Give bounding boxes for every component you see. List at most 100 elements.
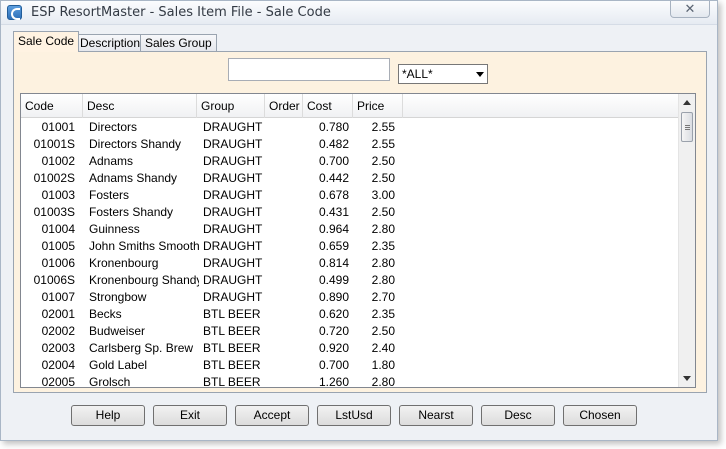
cell-order — [269, 357, 307, 374]
column-header-code[interactable]: Code — [21, 94, 83, 118]
cell-price: 2.70 — [371, 290, 395, 304]
scroll-down-icon[interactable] — [683, 376, 691, 381]
close-button[interactable]: ✕ — [670, 1, 710, 18]
cell-cost: 1.260 — [318, 375, 349, 388]
scroll-up-icon[interactable] — [683, 100, 691, 105]
cell-desc: Gold Label — [89, 358, 148, 372]
table-row[interactable]: 02004 Gold Label BTL BEER 0.700 1.80 — [21, 357, 681, 374]
help-button[interactable]: Help — [71, 405, 145, 426]
nearest-button[interactable]: Nearst — [399, 405, 473, 426]
last-used-button[interactable]: LstUsd — [317, 405, 391, 426]
cell-order — [269, 204, 307, 221]
table-row[interactable]: 01002 Adnams DRAUGHT 0.700 2.50 — [21, 153, 681, 170]
cell-group: DRAUGHT — [203, 120, 263, 134]
cell-price: 2.80 — [371, 375, 395, 388]
cell-order — [269, 306, 307, 323]
cell-group: DRAUGHT — [203, 239, 263, 253]
column-header-cost[interactable]: Cost — [303, 94, 353, 118]
tab-sale-code[interactable]: Sale Code — [13, 31, 80, 52]
cell-desc: Fosters — [89, 188, 130, 202]
column-header-order[interactable]: Order — [265, 94, 303, 118]
table-row[interactable]: 01004 Guinness DRAUGHT 0.964 2.80 — [21, 221, 681, 238]
chosen-button[interactable]: Chosen — [563, 405, 637, 426]
cell-order — [269, 153, 307, 170]
cell-cost: 0.964 — [318, 222, 349, 236]
cell-order — [269, 238, 307, 255]
cell-code: 01006 — [41, 256, 75, 270]
group-select[interactable]: *ALL* — [398, 64, 488, 84]
cell-price: 1.80 — [371, 358, 395, 372]
vertical-scrollbar[interactable] — [678, 94, 695, 387]
cell-code: 01007 — [41, 290, 75, 304]
cell-price: 3.00 — [371, 188, 395, 202]
cell-group: DRAUGHT — [203, 137, 263, 151]
cell-cost: 0.700 — [318, 154, 349, 168]
table-row[interactable]: 01001S Directors Shandy DRAUGHT 0.482 2.55 — [21, 136, 681, 153]
table-row[interactable]: 01007 Strongbow DRAUGHT 0.890 2.70 — [21, 289, 681, 306]
cell-desc: Kronenbourg — [89, 256, 159, 270]
grip-icon — [685, 125, 690, 130]
table-row[interactable]: 01003S Fosters Shandy DRAUGHT 0.431 2.50 — [21, 204, 681, 221]
table-row[interactable]: 02001 Becks BTL BEER 0.620 2.35 — [21, 306, 681, 323]
cell-order — [269, 323, 307, 340]
table-row[interactable]: 01001 Directors DRAUGHT 0.780 2.55 — [21, 119, 681, 136]
cell-price: 2.80 — [371, 256, 395, 270]
accept-button[interactable]: Accept — [235, 405, 309, 426]
table-row[interactable]: 01003 Fosters DRAUGHT 0.678 3.00 — [21, 187, 681, 204]
table-row[interactable]: 01002S Adnams Shandy DRAUGHT 0.442 2.50 — [21, 170, 681, 187]
cell-price: 2.35 — [371, 239, 395, 253]
cell-cost: 0.814 — [318, 256, 349, 270]
cell-desc: Becks — [89, 307, 122, 321]
cell-price: 2.55 — [371, 120, 395, 134]
column-header-group[interactable]: Group — [197, 94, 265, 118]
cell-group: BTL BEER — [203, 375, 261, 388]
cell-order — [269, 340, 307, 357]
cell-desc: Guinness — [89, 222, 140, 236]
cell-code: 02003 — [41, 341, 75, 355]
cell-group: BTL BEER — [203, 358, 261, 372]
cell-order — [269, 272, 307, 289]
main-window: ESP ResortMaster - Sales Item File - Sal… — [0, 0, 718, 441]
cell-code: 01001S — [33, 137, 75, 151]
search-input[interactable] — [228, 58, 390, 81]
cell-code: 01002S — [33, 171, 75, 185]
cell-cost: 0.620 — [318, 307, 349, 321]
cell-price: 2.50 — [371, 324, 395, 338]
tab-description[interactable]: Description — [75, 34, 146, 52]
column-header-desc[interactable]: Desc — [83, 94, 197, 118]
cell-order — [269, 289, 307, 306]
cell-desc: John Smiths Smooth — [89, 239, 199, 253]
cell-desc: Fosters Shandy — [89, 205, 174, 219]
exit-button[interactable]: Exit — [153, 405, 227, 426]
cell-order — [269, 119, 307, 136]
tab-sales-group[interactable]: Sales Group — [140, 34, 217, 52]
cell-code: 02004 — [41, 358, 75, 372]
table-row[interactable]: 02003 Carlsberg Sp. Brew BTL BEER 0.920 2.40 — [21, 340, 681, 357]
cell-price: 2.50 — [371, 171, 395, 185]
cell-cost: 0.442 — [318, 171, 349, 185]
desc-button[interactable]: Desc — [481, 405, 555, 426]
cell-cost: 0.700 — [318, 358, 349, 372]
cell-code: 01006S — [33, 273, 75, 287]
title-bar: ESP ResortMaster - Sales Item File - Sal… — [1, 1, 717, 25]
cell-price: 2.35 — [371, 307, 395, 321]
table-row[interactable]: 02005 Grolsch BTL BEER 1.260 2.80 — [21, 374, 681, 388]
cell-cost: 0.890 — [318, 290, 349, 304]
cell-group: DRAUGHT — [203, 290, 263, 304]
table-row[interactable]: 02002 Budweiser BTL BEER 0.720 2.50 — [21, 323, 681, 340]
window-title: ESP ResortMaster - Sales Item File - Sal… — [31, 5, 331, 20]
grid-header: Code Desc Group Order Cost Price — [21, 94, 681, 118]
table-row[interactable]: 01006S Kronenbourg Shandy DRAUGHT 0.499 2.80 — [21, 272, 681, 289]
cell-desc: Grolsch — [89, 375, 131, 388]
cell-cost: 0.920 — [318, 341, 349, 355]
cell-price: 2.80 — [371, 222, 395, 236]
column-header-price[interactable]: Price — [353, 94, 403, 118]
cell-cost: 0.482 — [318, 137, 349, 151]
table-row[interactable]: 01006 Kronenbourg DRAUGHT 0.814 2.80 — [21, 255, 681, 272]
cell-code: 01005 — [41, 239, 75, 253]
cell-code: 01004 — [41, 222, 75, 236]
scroll-thumb[interactable] — [681, 112, 693, 142]
cell-desc: Adnams Shandy — [89, 171, 178, 185]
table-row[interactable]: 01005 John Smiths Smooth DRAUGHT 0.659 2.35 — [21, 238, 681, 255]
cell-desc: Kronenbourg Shandy — [89, 273, 199, 287]
